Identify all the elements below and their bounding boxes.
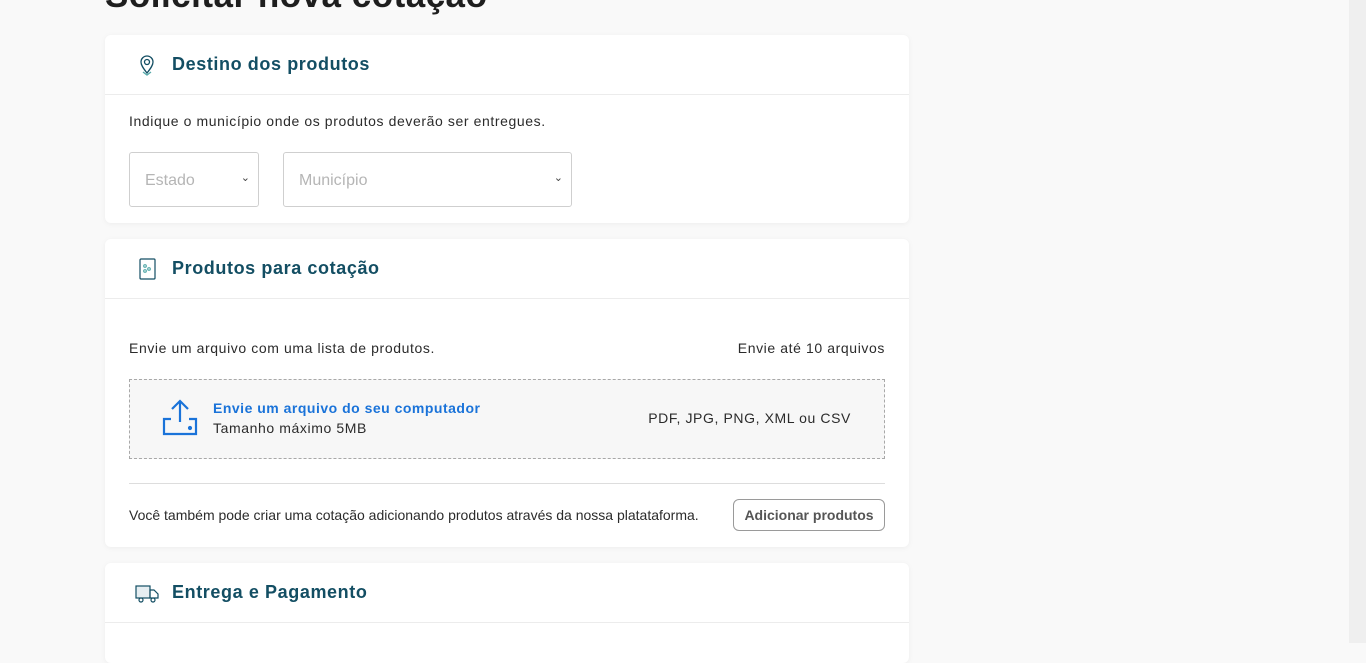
- destino-header: Destino dos produtos: [105, 35, 909, 95]
- produtos-title: Produtos para cotação: [172, 258, 380, 278]
- estado-select[interactable]: Estado ⌄: [129, 152, 259, 207]
- truck-icon: [135, 584, 159, 603]
- chevron-down-icon: ⌄: [240, 172, 250, 184]
- estado-placeholder: Estado: [145, 172, 195, 189]
- map-pin-icon: [140, 54, 154, 76]
- chevron-down-icon: ⌄: [553, 172, 563, 184]
- upload-icon: [162, 399, 198, 436]
- file-dropzone[interactable]: Envie um arquivo do seu computador Taman…: [129, 379, 885, 459]
- produtos-description: Envie um arquivo com uma lista de produt…: [129, 340, 435, 356]
- add-products-button[interactable]: Adicionar produtos: [733, 499, 885, 531]
- entrega-title: Entrega e Pagamento: [172, 582, 368, 602]
- file-limit: Envie até 10 arquivos: [737, 340, 885, 356]
- product-list-icon: [139, 257, 156, 280]
- accepted-formats: PDF, JPG, PNG, XML ou CSV: [648, 410, 851, 426]
- produtos-card: Produtos para cotação Envie um arquivo c…: [105, 239, 909, 547]
- entrega-header: Entrega e Pagamento: [105, 563, 909, 623]
- scrollbar[interactable]: [1349, 0, 1366, 643]
- destino-description: Indique o município onde os produtos dev…: [129, 113, 546, 129]
- produtos-header: Produtos para cotação: [105, 239, 909, 299]
- divider: [129, 483, 885, 484]
- entrega-card: Entrega e Pagamento: [105, 563, 909, 663]
- destino-title: Destino dos produtos: [172, 54, 370, 74]
- municipio-select[interactable]: Município ⌄: [283, 152, 572, 207]
- upload-size: Tamanho máximo 5MB: [213, 420, 367, 436]
- destino-card: Destino dos produtos Indique o município…: [105, 35, 909, 223]
- page-title: Solicitar nova cotação: [105, 0, 488, 16]
- alt-description: Você também pode criar uma cotação adici…: [129, 507, 699, 523]
- upload-link[interactable]: Envie um arquivo do seu computador: [213, 400, 480, 416]
- municipio-placeholder: Município: [299, 172, 368, 189]
